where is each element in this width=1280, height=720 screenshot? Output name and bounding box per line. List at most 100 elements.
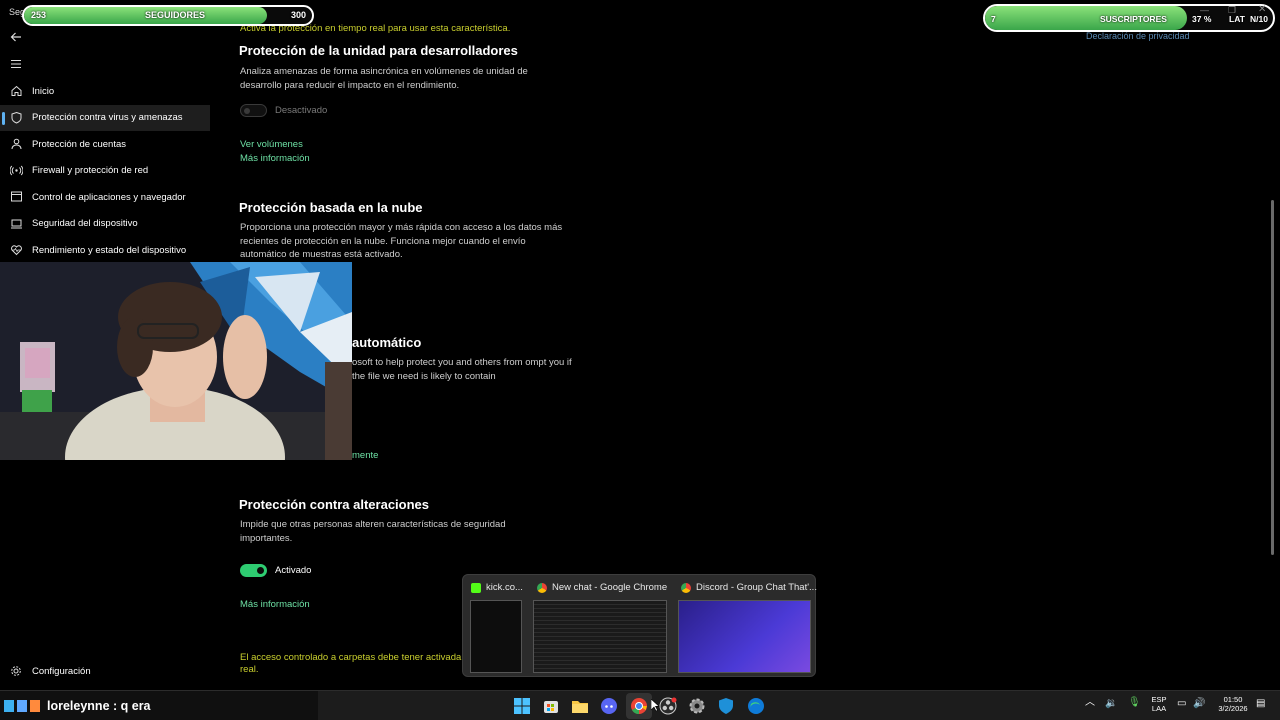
- sidebar-item-label: Seguridad del dispositivo: [32, 218, 138, 230]
- language-indicator[interactable]: ESP LAA: [1148, 695, 1170, 713]
- app-window-icon: [11, 191, 22, 202]
- folder-access-warning-line1: El acceso controlado a carpetas debe ten…: [240, 652, 472, 663]
- thumbnail-preview: [678, 600, 811, 673]
- dev-drive-title: Protección de la unidad para desarrollad…: [239, 43, 518, 58]
- mouse-cursor-icon: [651, 699, 660, 712]
- sidebar-item-label: Rendimiento y estado del dispositivo: [32, 244, 187, 256]
- chrome-icon: [681, 582, 691, 593]
- sidebar-item-label: Protección contra virus y amenazas: [32, 112, 183, 124]
- taskbar-thumbnail-popup: kick.co... New chat - Google Chrome Disc…: [462, 574, 817, 678]
- subscribers-label: SUSCRIPTORES: [1100, 14, 1167, 24]
- notification-icon[interactable]: ▤: [1256, 699, 1265, 709]
- defender-icon[interactable]: [716, 696, 736, 716]
- sidebar-item-device-performance[interactable]: Rendimiento y estado del dispositivo: [0, 237, 215, 264]
- tamper-protection-title: Protección contra alteraciones: [239, 497, 430, 512]
- dev-drive-toggle[interactable]: [240, 104, 267, 117]
- followers-goal: 300: [290, 10, 306, 20]
- speaker-icon[interactable]: 🔉: [1105, 699, 1117, 709]
- shield-icon: [11, 111, 22, 124]
- sidebar-item-app-browser-control[interactable]: Control de aplicaciones y navegador: [0, 184, 215, 211]
- maximize-button[interactable]: ❐: [1228, 5, 1236, 16]
- webcam-image: [0, 262, 352, 460]
- clock-time: 01:50: [1223, 695, 1243, 704]
- thumbnail-preview: [533, 600, 667, 673]
- sidebar-item-home[interactable]: Inicio: [0, 78, 215, 105]
- followers-current: 253: [31, 10, 47, 20]
- thumbnail-new-chat[interactable]: New chat - Google Chrome: [529, 575, 671, 678]
- hamburger-menu-icon[interactable]: [9, 57, 23, 71]
- thumbnail-title: Discord - Group Chat That'...: [696, 582, 817, 593]
- thumbnail-title-row: kick.co...: [471, 582, 523, 593]
- network-icon[interactable]: ▭: [1177, 699, 1186, 709]
- sidebar-item-firewall[interactable]: Firewall y protección de red: [0, 158, 215, 185]
- privacy-statement-link[interactable]: Declaración de privacidad: [1086, 31, 1190, 41]
- sidebar-item-account-protection[interactable]: Protección de cuentas: [0, 131, 215, 158]
- badge-icon: [4, 700, 14, 712]
- tamper-more-info-link[interactable]: Más información: [240, 599, 310, 610]
- thumbnail-kick[interactable]: kick.co...: [463, 575, 526, 678]
- toggle-knob: [257, 567, 264, 574]
- microphone-icon[interactable]: 🎙: [1128, 698, 1141, 708]
- sample-submission-link-fragment[interactable]: mente: [352, 450, 378, 461]
- sidebar-item-label: Firewall y protección de red: [32, 165, 149, 177]
- discord-icon[interactable]: [599, 696, 619, 716]
- chat-message: loreleynne : q era: [47, 699, 151, 713]
- dev-drive-more-info-link[interactable]: Más información: [240, 153, 310, 164]
- gear-icon: [11, 666, 21, 676]
- dev-drive-description: Analiza amenazas de forma asincrónica en…: [240, 66, 528, 91]
- badge-icon: [17, 700, 27, 712]
- tamper-toggle-row: Activado: [240, 564, 311, 577]
- chrome-icon: [537, 582, 547, 593]
- cloud-protection-description: Proporciona una protección mayor y más r…: [240, 222, 563, 260]
- heart-icon: [11, 245, 22, 256]
- subscribers-percent: 37 %: [1192, 14, 1212, 24]
- close-button[interactable]: ✕: [1258, 4, 1266, 15]
- tamper-toggle[interactable]: [240, 564, 267, 577]
- windows-start-icon[interactable]: [512, 696, 532, 716]
- thumbnail-title-row: New chat - Google Chrome: [537, 582, 667, 593]
- tray-overflow-chevron-icon[interactable]: ︿: [1085, 698, 1095, 708]
- subscribers-n: N/10: [1250, 14, 1268, 24]
- sidebar-item-label: Inicio: [32, 85, 55, 97]
- dev-drive-toggle-label: Desactivado: [275, 105, 328, 116]
- file-explorer-icon[interactable]: [570, 696, 590, 716]
- dev-drive-toggle-row: Desactivado: [240, 104, 327, 117]
- thumbnail-title: kick.co...: [486, 582, 523, 593]
- sample-submission-description-fragment: osoft to help protect you and others fro…: [352, 357, 572, 382]
- edge-icon[interactable]: [746, 696, 766, 716]
- sidebar-item-virus-protection[interactable]: Protección contra virus y amenazas: [0, 104, 210, 131]
- chat-overlay: loreleynne : q era: [0, 691, 318, 720]
- thumbnail-title-row: Discord - Group Chat That'...: [681, 582, 817, 593]
- view-volumes-link[interactable]: Ver volúmenes: [240, 139, 303, 150]
- settings-icon[interactable]: [687, 696, 707, 716]
- minimize-button[interactable]: —: [1200, 5, 1209, 15]
- thumbnail-preview: [470, 600, 522, 673]
- thumbnail-discord[interactable]: Discord - Group Chat That'...: [673, 575, 817, 678]
- badge-icon: [30, 700, 40, 712]
- language-line1: ESP: [1151, 695, 1167, 704]
- language-line2: LAA: [1151, 704, 1167, 713]
- settings-label: Configuración: [32, 665, 91, 677]
- obs-icon[interactable]: [658, 696, 678, 716]
- sidebar-item-label: Control de aplicaciones y navegador: [32, 191, 186, 203]
- sample-submission-title-fragment: automático: [352, 335, 422, 350]
- sidebar-item-device-security[interactable]: Seguridad del dispositivo: [0, 211, 215, 238]
- thumbnail-title: New chat - Google Chrome: [552, 582, 668, 593]
- person-icon: [11, 138, 22, 150]
- wifi-antenna-icon: [10, 165, 23, 175]
- sidebar-item-settings[interactable]: Configuración: [0, 660, 210, 682]
- home-icon: [11, 85, 22, 96]
- clock[interactable]: 01:50 3/2/2026: [1213, 695, 1253, 713]
- vertical-scrollbar[interactable]: [1271, 200, 1274, 555]
- clock-date: 3/2/2026: [1218, 704, 1248, 713]
- sidebar-item-label: Protección de cuentas: [32, 138, 127, 150]
- followers-goal-bar: 253 SEGUIDORES 300: [22, 5, 314, 26]
- back-arrow-icon[interactable]: [9, 30, 23, 44]
- laptop-icon: [11, 219, 22, 228]
- store-icon[interactable]: [541, 696, 561, 716]
- folder-access-warning-line2: real.: [240, 664, 259, 675]
- toggle-knob: [244, 107, 250, 114]
- chrome-icon[interactable]: [629, 696, 649, 716]
- volume-icon[interactable]: 🔊: [1193, 699, 1205, 709]
- cloud-protection-title: Protección basada en la nube: [239, 200, 423, 215]
